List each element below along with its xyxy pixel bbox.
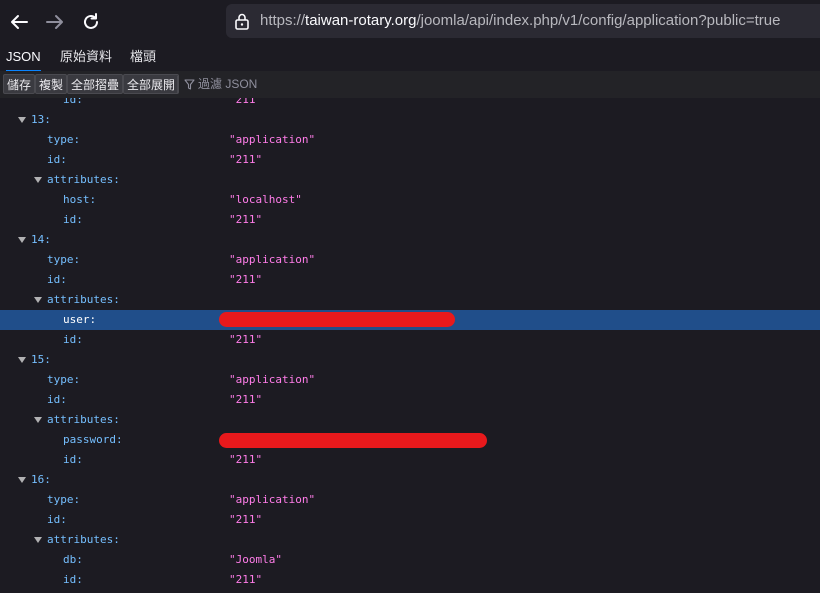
filter-icon bbox=[184, 79, 195, 90]
expand-toggle-icon[interactable] bbox=[18, 117, 26, 123]
json-row[interactable]: 16: bbox=[0, 470, 820, 490]
expand-toggle-icon[interactable] bbox=[18, 477, 26, 483]
expand-all-button[interactable]: 全部展開 bbox=[123, 74, 180, 94]
json-key: attributes: bbox=[47, 173, 120, 186]
json-key: type: bbox=[47, 133, 81, 146]
json-row[interactable]: id: "211" bbox=[0, 570, 820, 590]
json-toolbar: 儲存 複製 全部摺疊 全部展開 過濾 JSON bbox=[0, 71, 820, 99]
json-key: type: bbox=[47, 373, 81, 386]
json-value: "application" bbox=[229, 373, 316, 386]
json-value: "application" bbox=[229, 493, 316, 506]
json-row[interactable]: password: bbox=[0, 430, 820, 450]
json-value: "localhost" bbox=[229, 193, 302, 206]
expand-toggle-icon[interactable] bbox=[18, 357, 26, 363]
redaction-mark bbox=[219, 312, 455, 327]
json-key: attributes: bbox=[47, 533, 120, 546]
tab-headers[interactable]: 檔頭 bbox=[130, 44, 156, 71]
expand-toggle-icon[interactable] bbox=[34, 297, 42, 303]
json-viewer-tabs: JSON 原始資料 檔頭 bbox=[0, 44, 820, 72]
json-row[interactable]: type: "application" bbox=[0, 130, 820, 150]
expand-toggle-icon[interactable] bbox=[18, 237, 26, 243]
json-value: "211" bbox=[229, 333, 263, 346]
json-row[interactable]: attributes: bbox=[0, 410, 820, 430]
json-key: attributes: bbox=[47, 293, 120, 306]
json-row[interactable]: id: "211" bbox=[0, 450, 820, 470]
copy-button[interactable]: 複製 bbox=[35, 74, 68, 94]
expand-toggle-icon[interactable] bbox=[34, 177, 42, 183]
json-row[interactable]: id: "211" bbox=[0, 330, 820, 350]
json-row[interactable]: id: "211" bbox=[0, 210, 820, 230]
json-value: "application" bbox=[229, 253, 316, 266]
json-key: id: bbox=[63, 453, 83, 466]
json-row[interactable]: id: "211" bbox=[0, 390, 820, 410]
json-key: 15: bbox=[31, 353, 51, 366]
json-value: "211" bbox=[229, 98, 263, 106]
json-key: id: bbox=[63, 573, 83, 586]
save-button[interactable]: 儲存 bbox=[3, 74, 36, 94]
tab-json[interactable]: JSON bbox=[6, 44, 41, 72]
json-row[interactable]: id: "211" bbox=[0, 510, 820, 530]
json-key: 13: bbox=[31, 113, 51, 126]
json-value: "application" bbox=[229, 133, 316, 146]
json-key: id: bbox=[47, 153, 67, 166]
filter-placeholder: 過濾 JSON bbox=[198, 77, 258, 91]
back-arrow-icon[interactable] bbox=[7, 10, 31, 34]
json-value: "211" bbox=[229, 213, 263, 226]
json-key: db: bbox=[63, 553, 83, 566]
json-key: 14: bbox=[31, 233, 51, 246]
json-key: id: bbox=[63, 333, 83, 346]
url-bar[interactable]: https://taiwan-rotary.org/joomla/api/ind… bbox=[226, 4, 820, 38]
json-row[interactable]: id: "211" bbox=[0, 150, 820, 170]
lock-icon[interactable] bbox=[234, 12, 250, 30]
json-row-selected[interactable]: user: bbox=[0, 310, 820, 330]
json-row[interactable]: type: "application" bbox=[0, 490, 820, 510]
json-row[interactable]: 13: bbox=[0, 110, 820, 130]
json-row[interactable]: attributes: bbox=[0, 170, 820, 190]
json-key: id: bbox=[63, 98, 83, 106]
json-row[interactable]: type: "application" bbox=[0, 250, 820, 270]
url-prefix: https:// bbox=[260, 12, 306, 29]
json-key: password: bbox=[63, 433, 123, 446]
json-value: "211" bbox=[229, 513, 263, 526]
toolbar-divider bbox=[177, 76, 178, 93]
expand-toggle-icon[interactable] bbox=[34, 537, 42, 543]
json-row[interactable]: attributes: bbox=[0, 530, 820, 550]
json-key: host: bbox=[63, 193, 97, 206]
json-key: type: bbox=[47, 493, 81, 506]
redaction-mark bbox=[219, 433, 487, 448]
json-key: id: bbox=[47, 393, 67, 406]
json-row[interactable]: type: "application" bbox=[0, 370, 820, 390]
json-value: "Joomla" bbox=[229, 553, 282, 566]
json-value: "211" bbox=[229, 453, 263, 466]
json-key: user: bbox=[63, 313, 97, 326]
collapse-all-button[interactable]: 全部摺疊 bbox=[67, 74, 124, 94]
url-text: https://taiwan-rotary.org/joomla/api/ind… bbox=[260, 12, 780, 30]
json-key: id: bbox=[63, 213, 83, 226]
json-tree: id: "211" 13: type: "application" id: "211"… bbox=[0, 98, 820, 593]
json-key: id: bbox=[47, 273, 67, 286]
filter-json-input[interactable]: 過濾 JSON bbox=[184, 74, 257, 94]
expand-toggle-icon[interactable] bbox=[34, 417, 42, 423]
reload-icon[interactable] bbox=[79, 10, 103, 34]
url-path: /joomla/api/index.php/v1/config/applicat… bbox=[416, 12, 781, 29]
json-row[interactable]: id: "211" bbox=[0, 98, 820, 110]
json-key: attributes: bbox=[47, 413, 120, 426]
json-value: "211" bbox=[229, 393, 263, 406]
json-key: id: bbox=[47, 513, 67, 526]
json-row[interactable]: 15: bbox=[0, 350, 820, 370]
tab-raw-data[interactable]: 原始資料 bbox=[60, 44, 112, 71]
json-row[interactable]: 14: bbox=[0, 230, 820, 250]
json-key: 16: bbox=[31, 473, 51, 486]
json-value: "211" bbox=[229, 153, 263, 166]
json-row[interactable]: id: "211" bbox=[0, 270, 820, 290]
json-value: "211" bbox=[229, 273, 263, 286]
json-row[interactable]: db: "Joomla" bbox=[0, 550, 820, 570]
json-row[interactable]: host: "localhost" bbox=[0, 190, 820, 210]
forward-arrow-icon[interactable] bbox=[43, 10, 67, 34]
browser-toolbar: https://taiwan-rotary.org/joomla/api/ind… bbox=[0, 0, 820, 44]
url-domain: taiwan-rotary.org bbox=[305, 12, 417, 29]
json-value: "211" bbox=[229, 573, 263, 586]
json-row[interactable]: attributes: bbox=[0, 290, 820, 310]
json-key: type: bbox=[47, 253, 81, 266]
